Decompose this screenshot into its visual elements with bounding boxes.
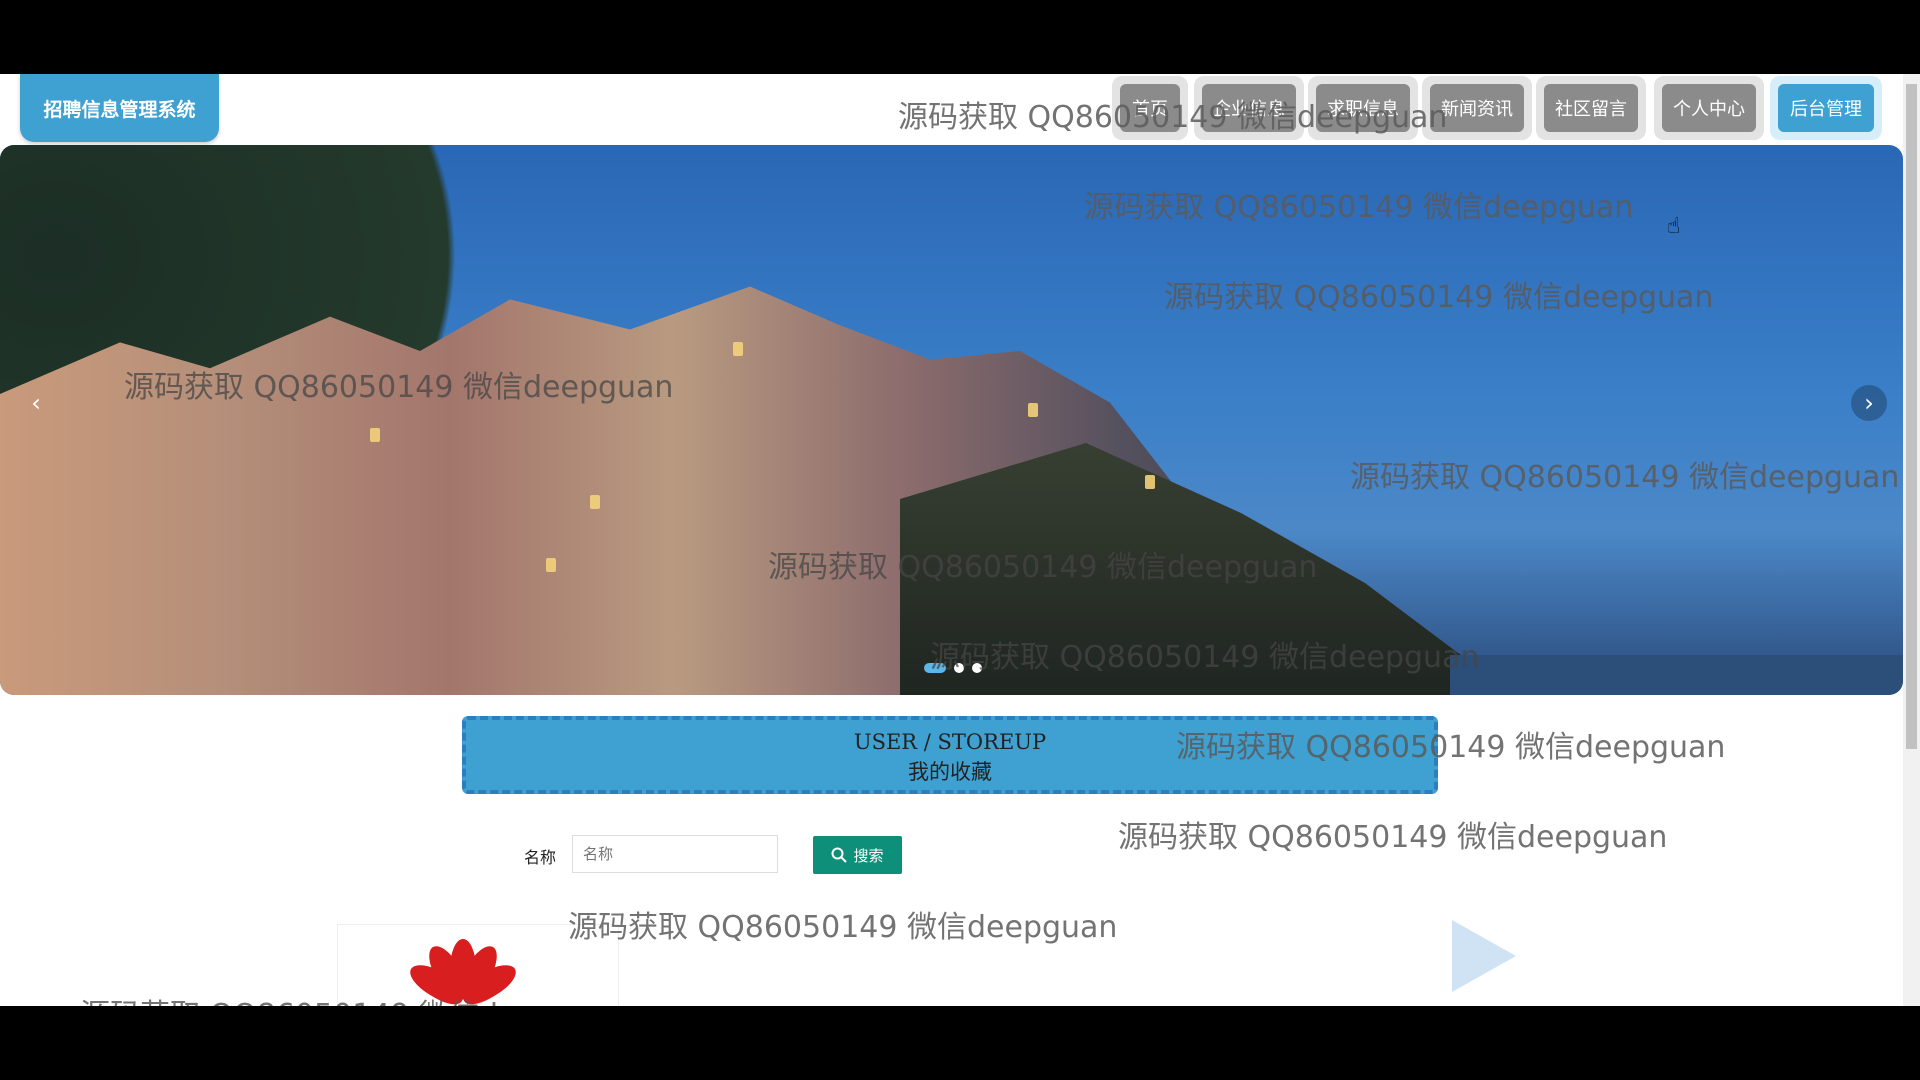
nav-label: 后台管理 <box>1778 84 1874 132</box>
section-title-cn: 我的收藏 <box>908 760 992 784</box>
nav-label: 新闻资讯 <box>1430 84 1524 132</box>
carousel-indicators <box>924 663 982 673</box>
mouse-cursor-icon: ☝ <box>1667 214 1681 239</box>
section-title-en: USER / STOREUP <box>853 730 1047 754</box>
banner-image-sea <box>1450 655 1903 695</box>
nav-admin[interactable]: 后台管理 <box>1770 76 1882 140</box>
lit-window <box>370 428 380 442</box>
lit-window <box>546 558 556 572</box>
carousel-dot-2[interactable] <box>954 663 964 673</box>
nav-label: 社区留言 <box>1544 84 1638 132</box>
nav-news[interactable]: 新闻资讯 <box>1422 76 1532 140</box>
carousel-dot-3[interactable] <box>972 663 982 673</box>
lit-window <box>733 342 743 356</box>
lit-window <box>1028 403 1038 417</box>
watermark: 源码获取 QQ86050149 微信deepguan <box>568 910 1118 945</box>
nav-label: 企业信息 <box>1202 84 1296 132</box>
nav-label: 个人中心 <box>1662 84 1756 132</box>
carousel-dot-1[interactable] <box>924 663 946 673</box>
lit-window <box>590 495 600 509</box>
carousel-next-button[interactable]: › <box>1851 385 1887 421</box>
nav-label: 首页 <box>1120 84 1180 132</box>
search-icon <box>831 847 848 863</box>
search-button[interactable]: 搜索 <box>813 836 902 874</box>
chevron-right-icon: › <box>1864 389 1874 417</box>
banner-carousel[interactable]: ‹ › <box>0 145 1903 695</box>
site-brand[interactable]: 招聘信息管理系统 <box>20 74 219 142</box>
watermark: 源码获取 QQ86050149 微信deepguan <box>1118 820 1668 855</box>
play-icon <box>1452 920 1516 992</box>
favorite-card[interactable] <box>337 924 619 1006</box>
search-input[interactable] <box>572 835 778 873</box>
search-button-label: 搜索 <box>853 846 884 865</box>
nav-label: 求职信息 <box>1316 84 1410 132</box>
scrollbar-thumb[interactable] <box>1906 84 1917 749</box>
page: 招聘信息管理系统 首页 企业信息 求职信息 新闻资讯 社区留言 个人中心 后台管… <box>0 74 1920 1006</box>
nav-home[interactable]: 首页 <box>1112 76 1188 140</box>
search-label: 名称 <box>524 848 557 867</box>
nav-company[interactable]: 企业信息 <box>1194 76 1304 140</box>
carousel-prev-button[interactable]: ‹ <box>18 385 54 421</box>
nav-personal-center[interactable]: 个人中心 <box>1654 76 1764 140</box>
chevron-left-icon: ‹ <box>31 389 41 417</box>
lit-window <box>1145 475 1155 489</box>
nav-community[interactable]: 社区留言 <box>1536 76 1646 140</box>
page-scrollbar[interactable] <box>1903 74 1920 1006</box>
nav-jobseeker[interactable]: 求职信息 <box>1308 76 1418 140</box>
huawei-logo <box>388 925 538 1006</box>
section-title: USER / STOREUP 我的收藏 <box>462 716 1438 794</box>
